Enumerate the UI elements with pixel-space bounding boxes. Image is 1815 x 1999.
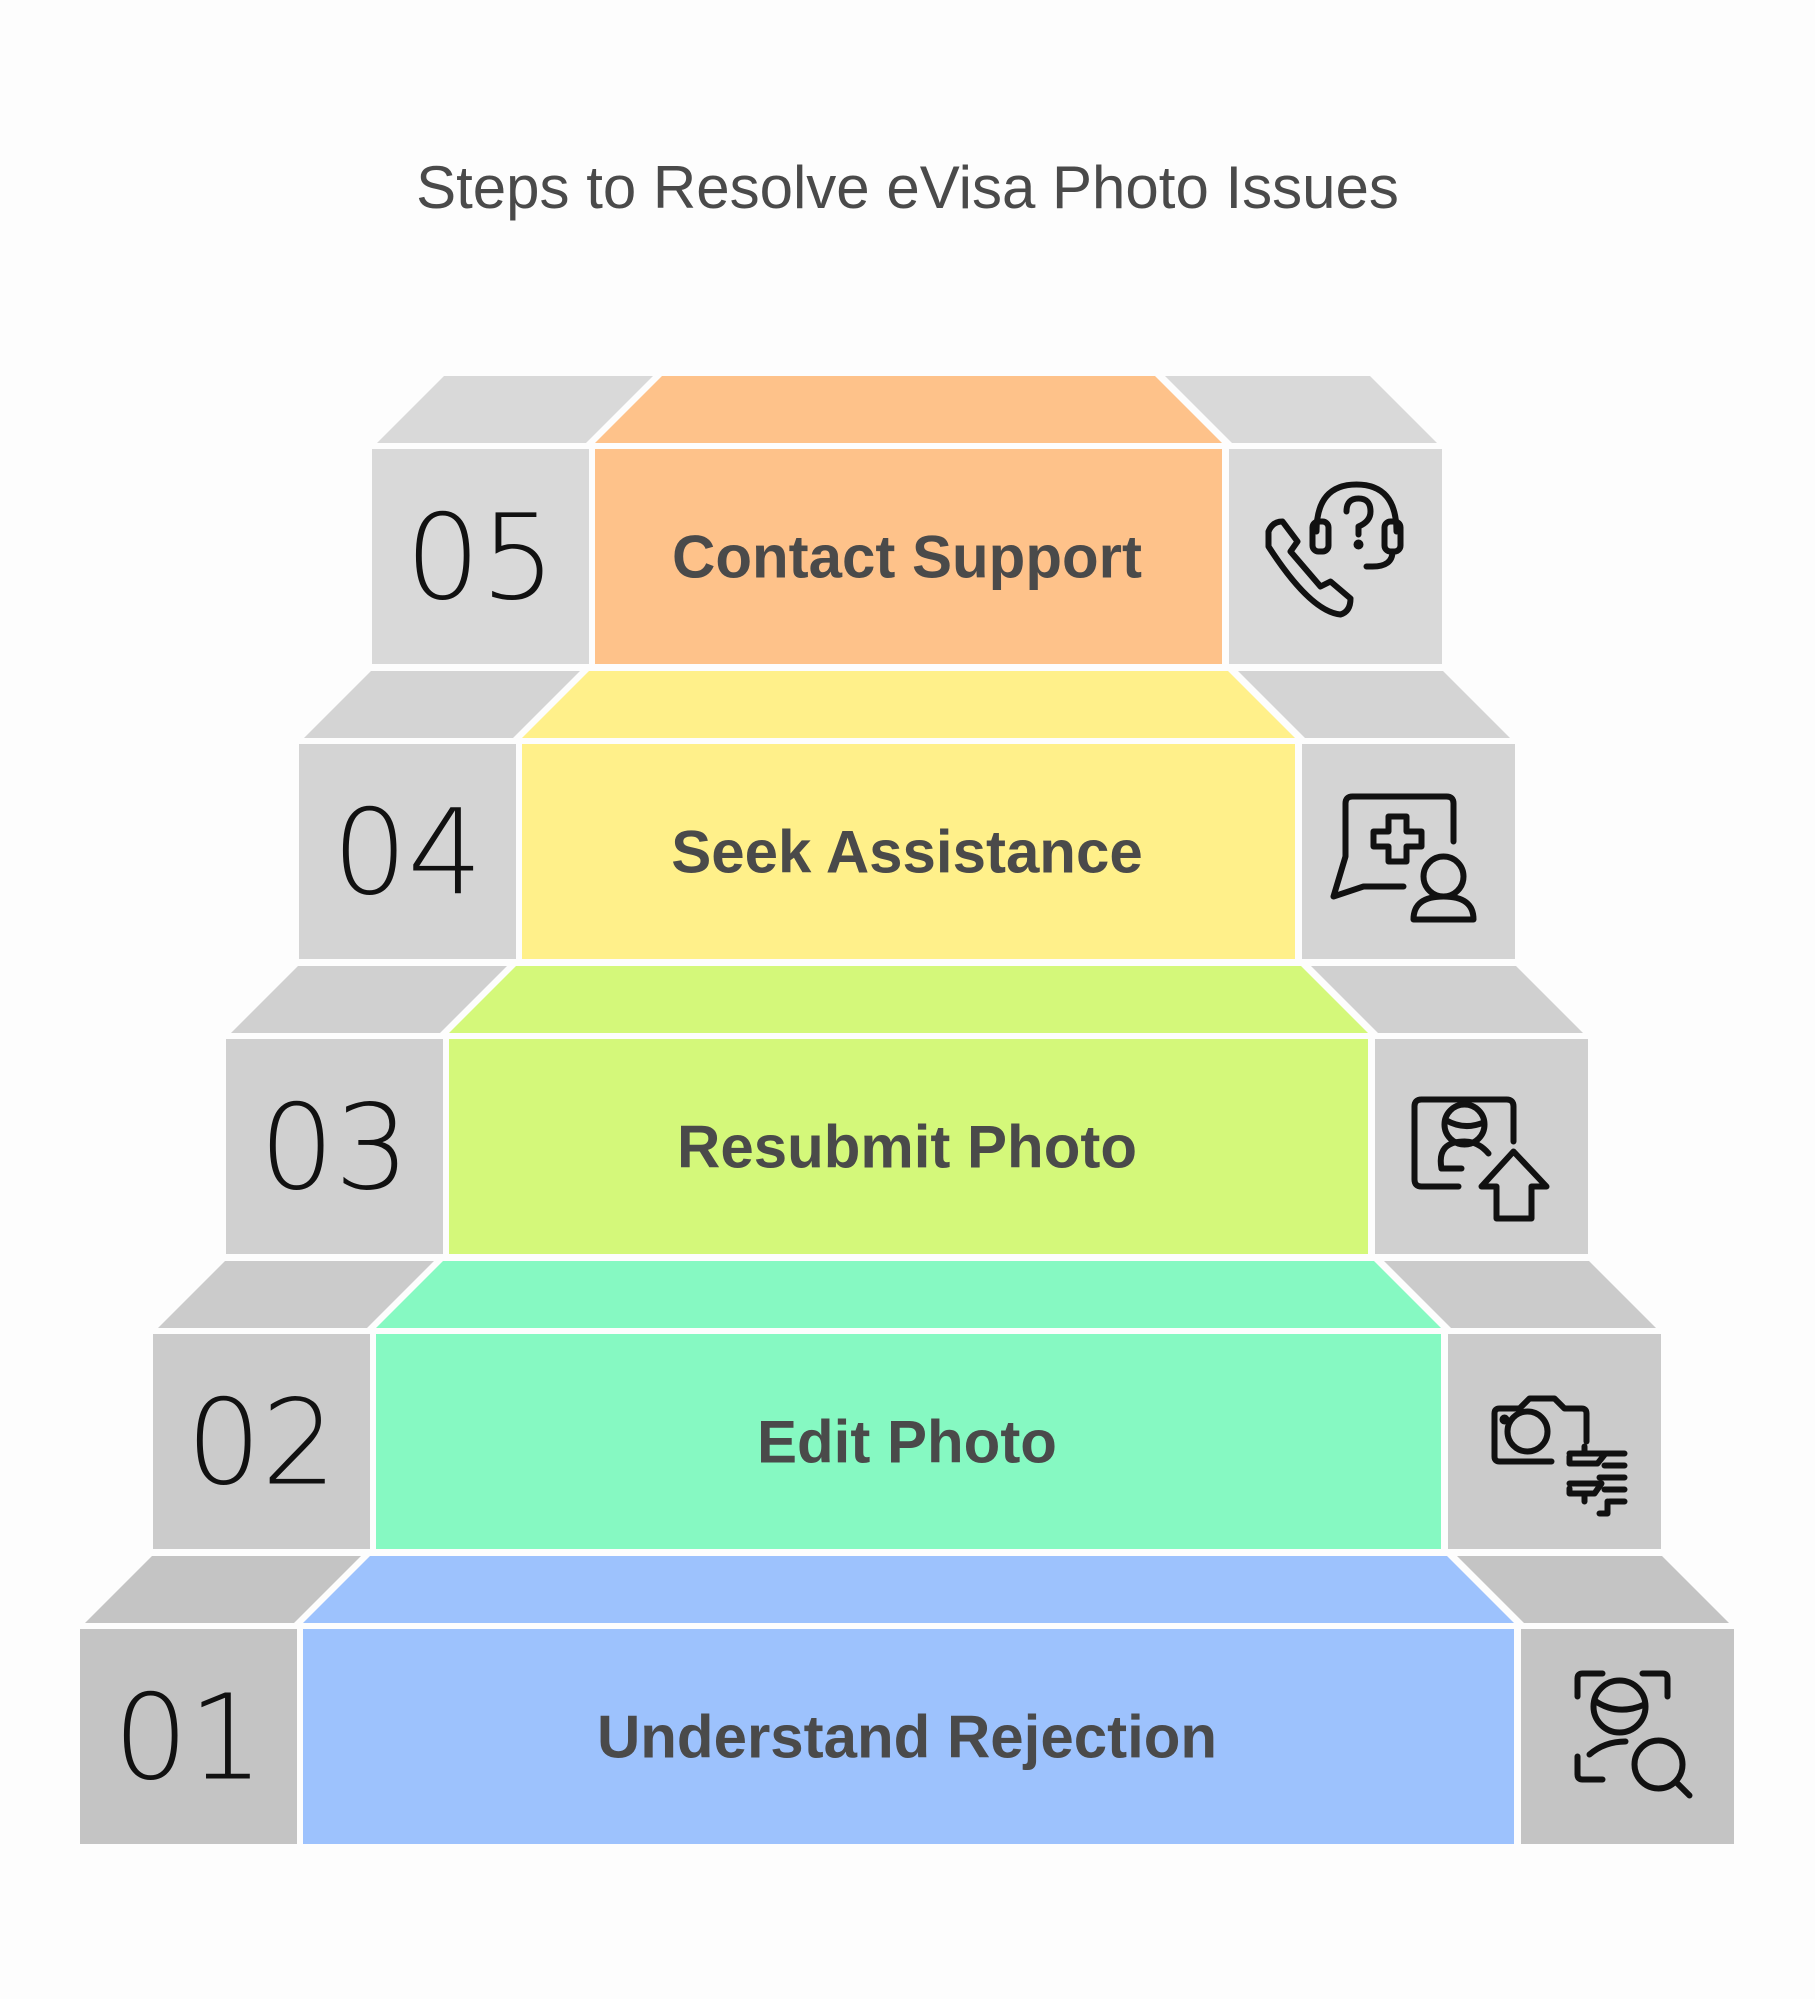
step-04: 04 Seek Assistance: [299, 671, 1515, 959]
step-number: 01: [113, 1669, 263, 1807]
step-top-face: [449, 966, 1368, 1033]
step-top-face: [303, 1556, 1514, 1623]
icon-block: [1229, 449, 1442, 664]
step-top-face: [595, 376, 1222, 443]
step-02: 02 Edit Photo: [153, 1261, 1661, 1549]
step-number: 05: [405, 489, 555, 627]
step-03: 03 Resubmit Photo: [226, 966, 1588, 1254]
icon-block: [1521, 1629, 1734, 1844]
step-number: 04: [332, 784, 482, 922]
step-label: Seek Assistance: [671, 819, 1142, 886]
step-label: Contact Support: [672, 524, 1142, 591]
step-number: 03: [259, 1079, 409, 1217]
step-label: Understand Rejection: [597, 1704, 1217, 1771]
step-01: 01 Understand Rejection: [80, 1556, 1734, 1844]
step-05: 05 Contact Support: [372, 376, 1442, 664]
icon-block: [1448, 1334, 1661, 1549]
step-number: 02: [186, 1374, 336, 1512]
step-top-face: [522, 671, 1295, 738]
staircase-diagram: 01 Understand Rejection 02 Edit Photo 03 Re…: [80, 376, 1734, 1844]
step-label: Resubmit Photo: [677, 1114, 1137, 1181]
step-label: Edit Photo: [757, 1409, 1057, 1476]
step-top-face: [376, 1261, 1441, 1328]
